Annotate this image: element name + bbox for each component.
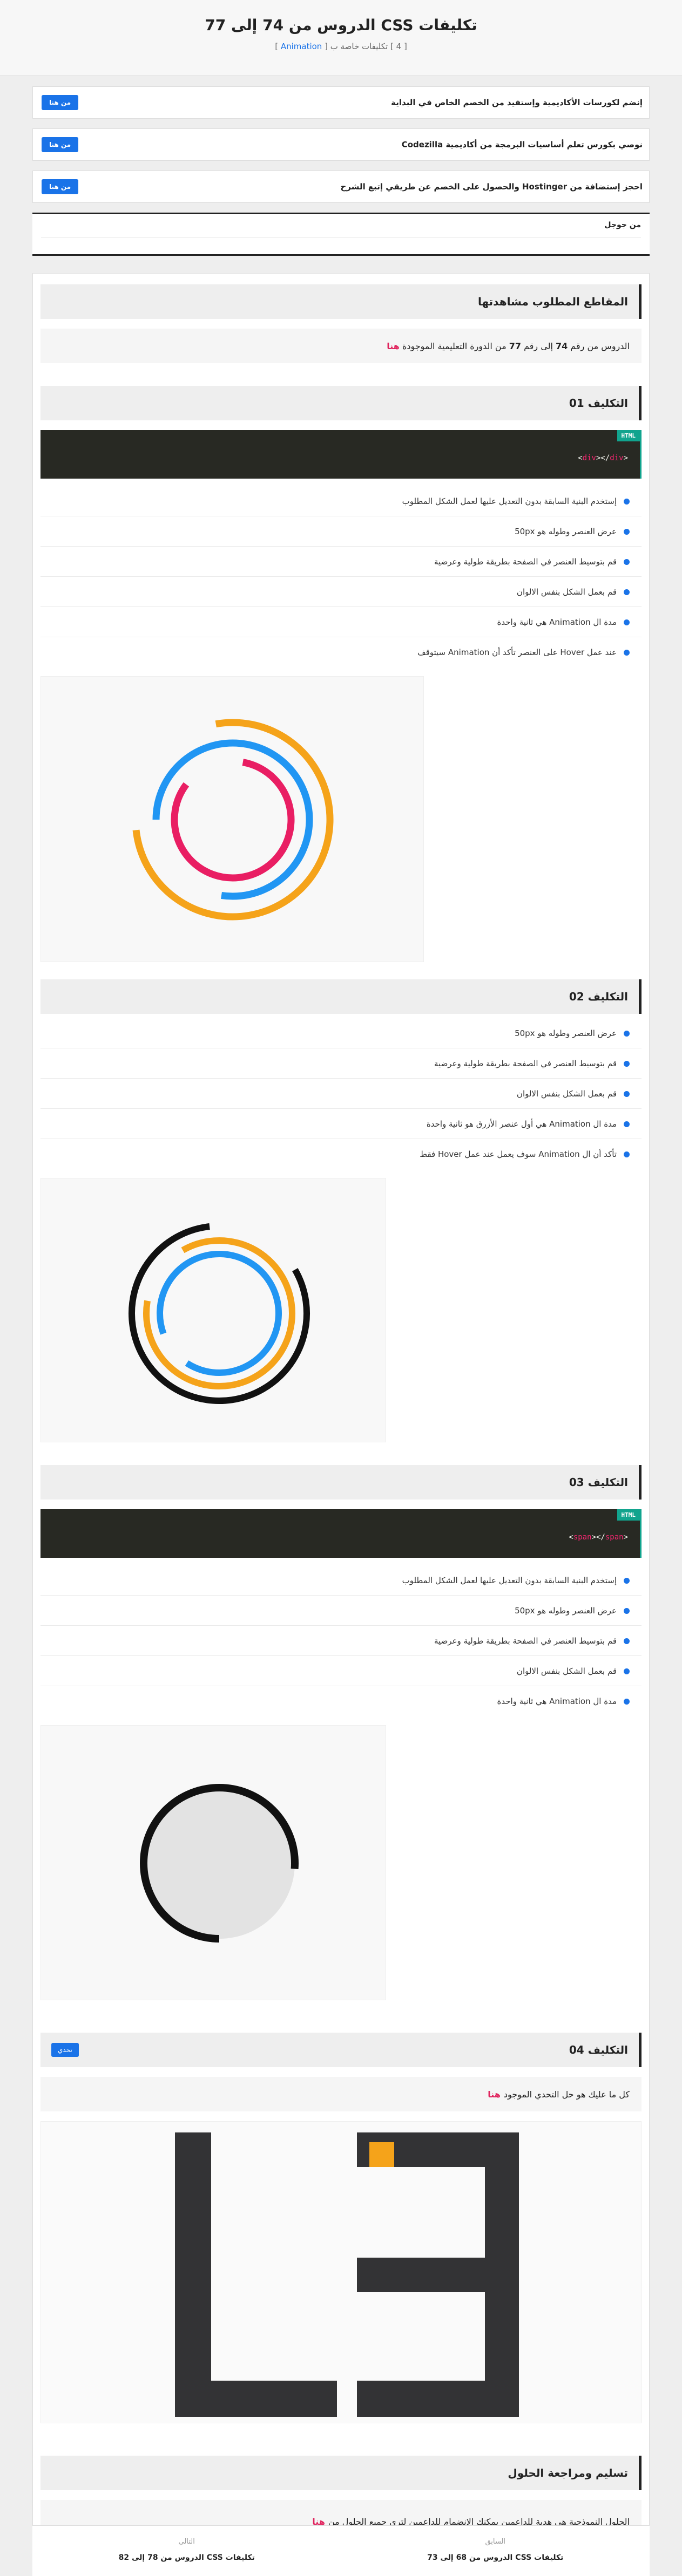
section-heading: تسليم ومراجعة الحلول: [508, 2466, 628, 2479]
ad-text: نوصي بكورس تعلم أساسيات البرمجة من أكادي…: [401, 140, 643, 149]
ad-text: احجز إستضافة من Hostinger والحصول على ال…: [340, 182, 643, 192]
section-heading: المقاطع المطلوب مشاهدتها: [477, 295, 628, 308]
list-item: مدة ال Animation هي ثانية واحدة: [40, 607, 642, 637]
ad-button[interactable]: من هنا: [42, 95, 79, 110]
loader-circle-image: [140, 1784, 299, 1943]
assignment-1-title: التكليف 01: [40, 386, 642, 420]
ad-text: إنضم لكورسات الأكاديمية وإستفيد من الخصم…: [391, 98, 643, 107]
list-item: إستخدم البنية السابقة بدون التعديل عليها…: [40, 1565, 642, 1596]
challenge-link[interactable]: هنا: [488, 2089, 501, 2100]
assignment-4-title: التكليف 04 تحدي: [40, 2033, 642, 2067]
assignment-1-tasks: إستخدم البنية السابقة بدون التعديل عليها…: [40, 486, 642, 667]
section-heading: التكليف 04: [569, 2043, 628, 2056]
list-item: إستخدم البنية السابقة بدون التعديل عليها…: [40, 486, 642, 516]
info-prefix: كل ما عليك هو حل التحدي الموجود: [503, 2089, 630, 2100]
code-block: HTML <span></span>: [40, 1509, 642, 1558]
info-text: الدروس من رقم 74 إلى رقم 77 من الدورة ال…: [387, 341, 630, 351]
list-item: مدة ال Animation هي أول عنصر الأزرق هو ث…: [40, 1109, 642, 1139]
videos-info: الدروس من رقم 74 إلى رقم 77 من الدورة ال…: [40, 329, 642, 363]
assignment-2-title: التكليف 02: [40, 979, 642, 1014]
assignment-4-preview: [40, 2121, 642, 2423]
submission-title: تسليم ومراجعة الحلول: [40, 2456, 642, 2490]
subtitle-tag-link[interactable]: Animation: [281, 42, 322, 51]
spinner-rings-image: [132, 719, 334, 921]
list-item: قم بتوسيط العنصر في الصفحة بطريقة طولية …: [40, 1048, 642, 1079]
ad-button[interactable]: من هنا: [42, 179, 79, 194]
list-item: قم بتوسيط العنصر في الصفحة بطريقة طولية …: [40, 547, 642, 577]
assignment-4-info: كل ما عليك هو حل التحدي الموجود هنا: [40, 2077, 642, 2111]
videos-section-title: المقاطع المطلوب مشاهدتها: [40, 284, 642, 319]
page-header: تكليفات CSS الدروس من 74 إلى 77 [ 4 ] تك…: [0, 0, 682, 76]
section-heading: التكليف 03: [569, 1476, 628, 1489]
post-navigation: السابق تكليفات CSS الدروس من 68 إلى 73 ا…: [32, 2525, 650, 2576]
next-label: التالي: [178, 2538, 195, 2546]
prev-post-link[interactable]: السابق تكليفات CSS الدروس من 68 إلى 73: [341, 2526, 650, 2576]
challenge-badge[interactable]: تحدي: [51, 2043, 79, 2057]
subtitle-prefix: [ 4 ] تكليفات خاصة ب [: [325, 42, 407, 51]
ad-button[interactable]: من هنا: [42, 137, 79, 152]
ad-box-courses: إنضم لكورسات الأكاديمية وإستفيد من الخصم…: [32, 86, 650, 119]
prev-title: تكليفات CSS الدروس من 68 إلى 73: [427, 2553, 564, 2562]
next-post-link[interactable]: التالي تكليفات CSS الدروس من 78 إلى 82: [32, 2526, 341, 2576]
list-item: قم بعمل الشكل بنفس الالوان: [40, 577, 642, 607]
subtitle-suffix: ]: [275, 42, 279, 51]
google-ad-box: من جوجل: [32, 213, 650, 256]
to-number: 77: [509, 340, 522, 351]
from-number: 74: [555, 340, 568, 351]
section-heading: التكليف 01: [569, 397, 628, 410]
page-subtitle: [ 4 ] تكليفات خاصة ب [ Animation ]: [0, 42, 682, 51]
code-language-label: HTML: [617, 430, 640, 441]
list-item: عند عمل Hover على العنصر تأكد أن Animati…: [40, 637, 642, 667]
info-mid: إلى رقم: [524, 340, 553, 351]
next-title: تكليفات CSS الدروس من 78 إلى 82: [118, 2553, 255, 2562]
list-item: مدة ال Animation هي ثانية واحدة: [40, 1686, 642, 1716]
assignment-2-tasks: عرض العنصر وطوله هو 50px قم بتوسيط العنص…: [40, 1018, 642, 1169]
code-snippet: <div></div>: [578, 454, 628, 462]
list-item: قم بتوسيط العنصر في الصفحة بطريقة طولية …: [40, 1626, 642, 1656]
list-item: قم بعمل الشكل بنفس الالوان: [40, 1656, 642, 1686]
assignments-card: المقاطع المطلوب مشاهدتها الدروس من رقم 7…: [32, 273, 650, 2565]
videos-link[interactable]: هنا: [387, 341, 400, 351]
list-item: قم بعمل الشكل بنفس الالوان: [40, 1079, 642, 1109]
ad-box-hostinger: احجز إستضافة من Hostinger والحصول على ال…: [32, 171, 650, 203]
ad-box-codezilla: نوصي بكورس تعلم أساسيات البرمجة من أكادي…: [32, 128, 650, 161]
code-language-label: HTML: [617, 1509, 640, 1521]
google-ad-label: من جوجل: [604, 221, 641, 229]
el-logo-image: [175, 2132, 519, 2417]
section-heading: التكليف 02: [569, 990, 628, 1003]
assignment-1-preview: [40, 676, 424, 962]
assignment-2-preview: [40, 1178, 386, 1442]
spinner-rings-image: [129, 1223, 310, 1404]
info-suffix: من الدورة التعليمية الموجودة: [402, 340, 507, 351]
code-block: HTML <div></div>: [40, 430, 642, 479]
list-item: عرض العنصر وطوله هو 50px: [40, 1596, 642, 1626]
content-container: إنضم لكورسات الأكاديمية وإستفيد من الخصم…: [32, 86, 650, 2565]
assignment-3-title: التكليف 03: [40, 1465, 642, 1500]
assignment-3-preview: [40, 1725, 386, 2000]
page-title: تكليفات CSS الدروس من 74 إلى 77: [205, 16, 477, 34]
list-item: عرض العنصر وطوله هو 50px: [40, 516, 642, 547]
list-item: عرض العنصر وطوله هو 50px: [40, 1018, 642, 1048]
code-snippet: <span></span>: [569, 1533, 628, 1542]
info-prefix: الدروس من رقم: [570, 340, 630, 351]
assignment-3-tasks: إستخدم البنية السابقة بدون التعديل عليها…: [40, 1565, 642, 1716]
list-item: تأكد أن ال Animation سوف يعمل عند عمل Ho…: [40, 1139, 642, 1169]
prev-label: السابق: [485, 2538, 506, 2546]
